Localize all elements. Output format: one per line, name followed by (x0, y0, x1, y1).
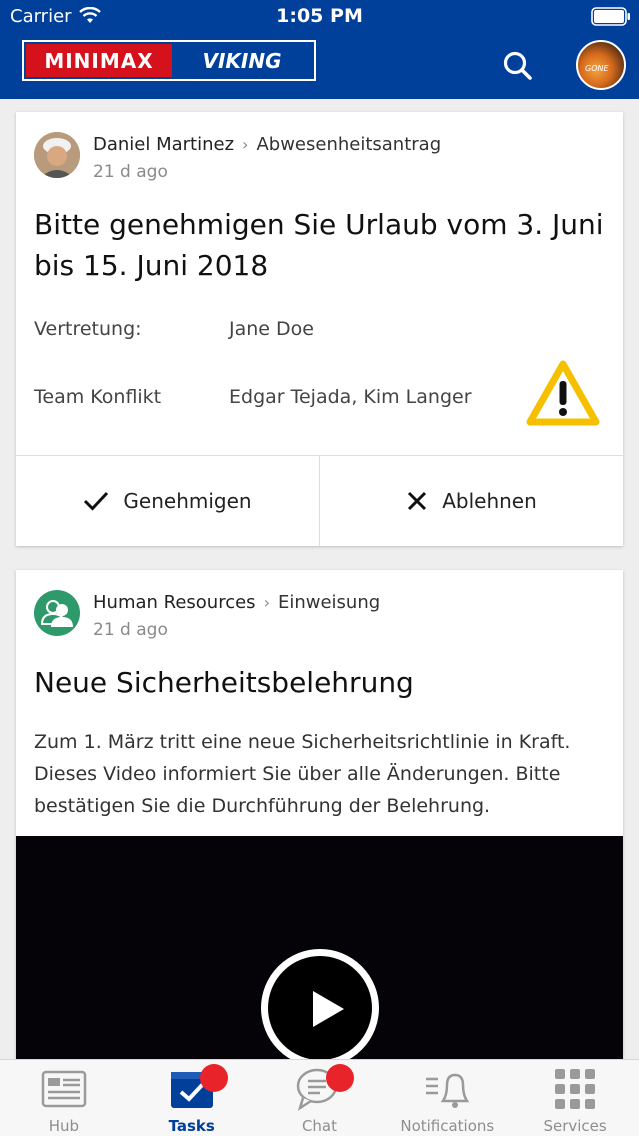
post-title: Neue Sicherheitsbelehrung (34, 666, 414, 699)
reject-label: Ablehnen (442, 489, 537, 513)
reject-button[interactable]: Ablehnen (319, 456, 623, 546)
check-icon (84, 491, 109, 511)
author-avatar (34, 132, 80, 178)
tab-chat[interactable]: Chat (256, 1060, 384, 1136)
tasks-badge (199, 1064, 228, 1092)
logo-minimax: MINIMAX (26, 44, 172, 77)
tab-label: Chat (301, 1117, 338, 1135)
post-body: Zum 1. März tritt eine neue Sicherheitsr… (34, 731, 571, 817)
user-avatar[interactable]: GONE (576, 40, 626, 90)
tab-notifications[interactable]: Notifications (383, 1060, 511, 1136)
chevron-right-icon: › (263, 593, 270, 612)
person-photo-icon (34, 132, 80, 178)
search-icon (503, 51, 532, 80)
field-label-team-konflikt: Team Konflikt (34, 386, 162, 408)
post-time: 21 d ago (93, 162, 168, 182)
field-value-team-konflikt: Edgar Tejada, Kim Langer (229, 386, 472, 408)
grid-icon (548, 1067, 602, 1111)
post-author[interactable]: Human Resources (93, 592, 256, 613)
status-bar: Carrier 1:05 PM (0, 0, 639, 34)
tab-label: Tasks (168, 1117, 215, 1135)
author-avatar (34, 590, 80, 636)
approve-button[interactable]: Genehmigen (16, 456, 319, 546)
field-label-vertretung: Vertretung: (34, 318, 142, 340)
tab-label: Hub (48, 1117, 80, 1135)
group-icon (40, 600, 73, 627)
tab-hub[interactable]: Hub (0, 1060, 128, 1136)
task-card-absence: Daniel Martinez › Abwesenheitsantrag 21 … (16, 112, 623, 546)
close-icon (408, 491, 427, 511)
hub-icon (37, 1067, 91, 1111)
post-type[interactable]: Einweisung (278, 592, 380, 613)
warning-icon (526, 360, 600, 426)
chevron-right-icon: › (242, 135, 249, 154)
post-author[interactable]: Daniel Martinez (93, 134, 234, 155)
tab-label: Notifications (400, 1117, 495, 1135)
tab-services[interactable]: Services (511, 1060, 639, 1136)
brand-logo: MINIMAX VIKING (22, 40, 316, 81)
bell-icon (420, 1067, 474, 1111)
field-value-vertretung: Jane Doe (229, 318, 314, 340)
chat-badge (325, 1064, 354, 1092)
task-actions: Genehmigen Ablehnen (16, 455, 623, 546)
video-player[interactable] (16, 836, 623, 1070)
post-time: 21 d ago (93, 620, 168, 640)
search-button[interactable] (497, 45, 539, 87)
logo-viking: VIKING (172, 44, 312, 77)
status-time: 1:05 PM (276, 5, 363, 27)
tab-bar: Hub Tasks Chat Notifications Services (0, 1059, 639, 1136)
post-meta: Human Resources › Einweisung (93, 592, 380, 613)
tab-label: Services (543, 1117, 607, 1135)
task-card-safety: Human Resources › Einweisung 21 d ago Ne… (16, 570, 623, 1070)
avatar-caption: GONE (585, 64, 609, 73)
play-button[interactable] (261, 949, 379, 1067)
post-title: Bitte genehmigen Sie Urlaub vom 3. Juni … (34, 208, 604, 282)
app-bar: Carrier 1:05 PM MINIMAX VIKING GONE (0, 0, 639, 99)
tab-tasks[interactable]: Tasks (128, 1060, 256, 1136)
post-type[interactable]: Abwesenheitsantrag (256, 134, 441, 155)
play-icon (313, 991, 344, 1027)
post-meta: Daniel Martinez › Abwesenheitsantrag (93, 134, 441, 155)
approve-label: Genehmigen (123, 489, 252, 513)
battery-icon (591, 7, 630, 26)
